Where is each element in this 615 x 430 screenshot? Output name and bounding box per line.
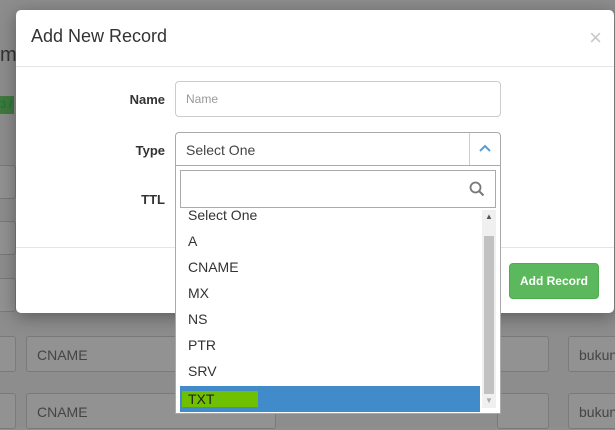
modal-header: Add New Record × (16, 10, 614, 67)
selected-option-label: TXT (182, 391, 259, 407)
dropdown-option[interactable]: CNAME (180, 254, 480, 280)
add-record-button[interactable]: Add Record (509, 263, 599, 299)
scrollbar-thumb[interactable] (484, 236, 494, 394)
chevron-up-icon[interactable] (469, 133, 500, 165)
background-field (0, 221, 16, 255)
dropdown-option[interactable]: SRV (180, 358, 480, 384)
background-field (497, 393, 549, 429)
dropdown-option[interactable]: NS (180, 306, 480, 332)
dropdown-option[interactable]: Select One (180, 210, 480, 228)
name-input[interactable] (175, 81, 501, 117)
background-field (0, 165, 16, 199)
background-badge: 3 / (0, 96, 14, 114)
type-dropdown: Select One A CNAME MX NS PTR SRV TXT ▲ ▼ (175, 166, 501, 414)
background-field (0, 278, 16, 312)
type-label: Type (135, 143, 165, 158)
type-select-value: Select One (186, 142, 256, 158)
search-icon (469, 181, 485, 197)
dropdown-option[interactable]: PTR (180, 332, 480, 358)
background-value-field: bukun (568, 336, 615, 372)
close-icon[interactable]: × (589, 27, 602, 49)
dropdown-scrollbar[interactable]: ▲ ▼ (482, 210, 496, 408)
ttl-label: TTL (141, 192, 165, 207)
type-select[interactable]: Select One (175, 132, 501, 166)
dropdown-search-input[interactable] (181, 171, 465, 209)
modal-title: Add New Record (31, 26, 168, 46)
dropdown-option[interactable]: MX (180, 280, 480, 306)
background-field (0, 393, 16, 429)
background-value-field: bukun (568, 393, 615, 429)
dropdown-option[interactable]: A (180, 228, 480, 254)
scroll-up-icon[interactable]: ▲ (482, 210, 496, 224)
scroll-down-icon[interactable]: ▼ (482, 394, 496, 408)
background-field (497, 336, 549, 372)
name-label: Name (129, 92, 165, 107)
dropdown-search[interactable] (180, 170, 496, 209)
dropdown-option-selected[interactable]: TXT (180, 386, 480, 412)
dropdown-options: Select One A CNAME MX NS PTR SRV TXT (180, 210, 482, 412)
background-field (0, 336, 16, 372)
